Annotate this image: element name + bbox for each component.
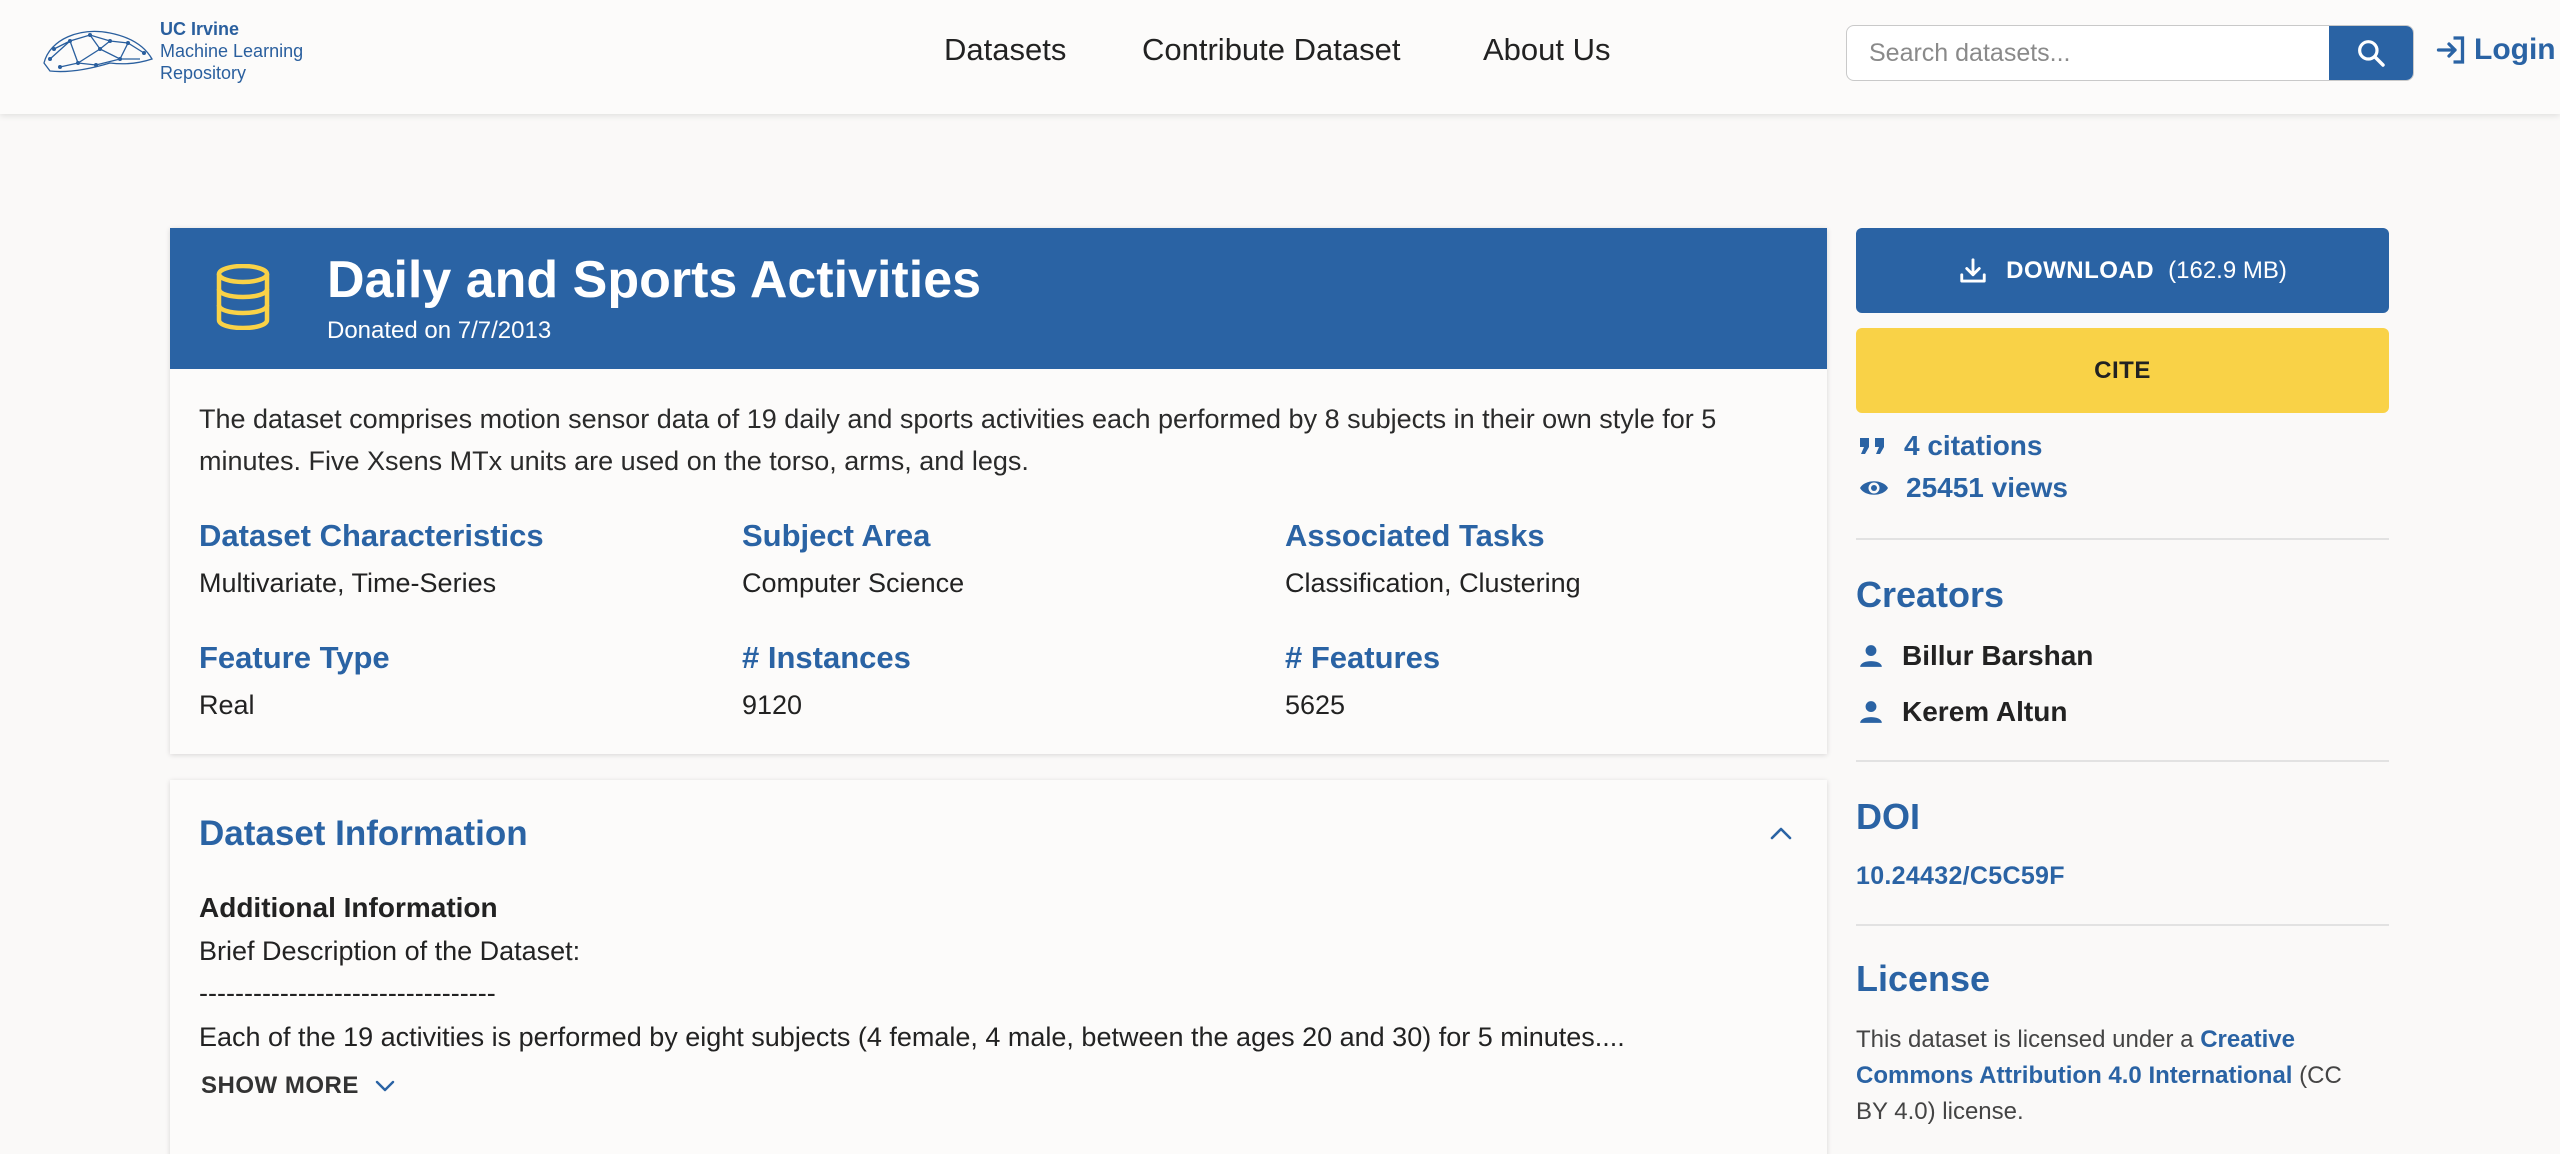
attr-value: Classification, Clustering <box>1285 568 1581 598</box>
database-icon <box>216 264 270 330</box>
attr-value: 9120 <box>742 690 803 720</box>
donated-date: Donated on 7/7/2013 <box>327 317 552 344</box>
search-button[interactable] <box>2329 26 2413 80</box>
dataset-summary-card: Daily and Sports Activities Donated on 7… <box>170 228 1827 754</box>
creator-item: Billur Barshan <box>1858 640 2093 672</box>
attr-label: Dataset Characteristics <box>199 518 544 553</box>
doi-link[interactable]: 10.24432/C5C59F <box>1856 862 2065 891</box>
dataset-title: Daily and Sports Activities <box>327 251 982 309</box>
license-prefix: This dataset is licensed under a <box>1856 1026 2201 1053</box>
show-more-button[interactable]: SHOW MORE <box>201 1072 395 1100</box>
logo-line-1: UC Irvine <box>160 19 240 39</box>
login-icon <box>2436 36 2465 64</box>
attr-subject-area: Subject Area Computer Science <box>742 518 964 599</box>
creators-heading: Creators <box>1856 574 2005 615</box>
creator-name: Kerem Altun <box>1902 696 2068 727</box>
dataset-information-card: Dataset Information Additional Informati… <box>170 780 1827 1154</box>
license-heading: License <box>1856 958 1991 999</box>
chevron-up-icon[interactable] <box>1770 826 1792 840</box>
citations-link[interactable]: 4 citations <box>1858 430 2042 462</box>
site-logo[interactable]: UC Irvine Machine Learning Repository <box>40 18 303 84</box>
person-icon <box>1860 645 1882 667</box>
download-icon <box>1960 257 1986 282</box>
attr-dataset-characteristics: Dataset Characteristics Multivariate, Ti… <box>199 518 544 599</box>
sidebar-divider <box>1856 538 2389 540</box>
login-label: Login <box>2474 33 2556 66</box>
sidebar-divider <box>1856 760 2389 762</box>
anteater-network-logo-icon <box>43 30 153 73</box>
attr-value: Computer Science <box>742 568 965 598</box>
login-link[interactable]: Login <box>2434 32 2556 68</box>
eye-icon <box>1860 481 1888 495</box>
info-line: Brief Description of the Dataset: <box>199 936 581 966</box>
search-icon <box>2358 40 2385 67</box>
dataset-description: The dataset comprises motion sensor data… <box>199 404 1717 476</box>
chevron-down-icon <box>375 1080 395 1092</box>
doi-heading: DOI <box>1856 796 1921 837</box>
download-size: (162.9 MB) <box>2168 256 2287 284</box>
search-input[interactable] <box>1847 26 2329 80</box>
attr-label: Feature Type <box>199 640 390 675</box>
search-box <box>1846 25 2414 81</box>
person-icon <box>1860 701 1882 723</box>
views-stat: 25451 views <box>1858 472 2068 504</box>
additional-information-heading: Additional Information <box>199 892 498 923</box>
cite-button[interactable]: CITE <box>1856 328 2389 413</box>
top-navbar: UC Irvine Machine Learning Repository Da… <box>0 0 2560 114</box>
citations-count: 4 citations <box>1904 430 2043 461</box>
attr-value: Multivariate, Time-Series <box>199 568 497 598</box>
logo-line-3: Repository <box>160 63 247 83</box>
info-line: --------------------------------- <box>199 978 496 1008</box>
sidebar-divider <box>1856 924 2389 926</box>
attr-value: Real <box>199 690 255 720</box>
cite-label: CITE <box>2094 356 2151 384</box>
dataset-information-heading[interactable]: Dataset Information <box>199 814 528 854</box>
nav-about-us[interactable]: About Us <box>1483 32 1611 68</box>
creator-name: Billur Barshan <box>1902 640 2094 671</box>
attr-label: Subject Area <box>742 518 931 553</box>
attr-label: Associated Tasks <box>1285 518 1545 553</box>
attr-associated-tasks: Associated Tasks Classification, Cluster… <box>1285 518 1581 599</box>
views-count: 25451 views <box>1906 472 2068 503</box>
logo-line-2: Machine Learning <box>160 41 304 61</box>
nav-contribute-dataset[interactable]: Contribute Dataset <box>1142 32 1400 68</box>
license-text: This dataset is licensed under a Creativ… <box>1856 1022 2376 1130</box>
info-line: Each of the 19 activities is performed b… <box>199 1022 1625 1052</box>
attr-label: # Features <box>1285 640 1441 675</box>
attr-features: # Features 5625 <box>1285 640 1440 721</box>
attr-feature-type: Feature Type Real <box>199 640 390 721</box>
download-button[interactable]: DOWNLOAD (162.9 MB) <box>1856 228 2389 313</box>
dataset-title-bar: Daily and Sports Activities Donated on 7… <box>170 228 1827 369</box>
logo-text: UC Irvine Machine Learning Repository <box>160 18 303 84</box>
attr-value: 5625 <box>1285 690 1346 720</box>
download-label: DOWNLOAD <box>2006 256 2155 284</box>
nav-datasets[interactable]: Datasets <box>944 32 1066 68</box>
quote-icon <box>1860 438 1884 454</box>
show-more-label: SHOW MORE <box>201 1072 359 1099</box>
creator-item: Kerem Altun <box>1858 696 2067 728</box>
attr-label: # Instances <box>742 640 911 675</box>
attr-instances: # Instances 9120 <box>742 640 911 721</box>
